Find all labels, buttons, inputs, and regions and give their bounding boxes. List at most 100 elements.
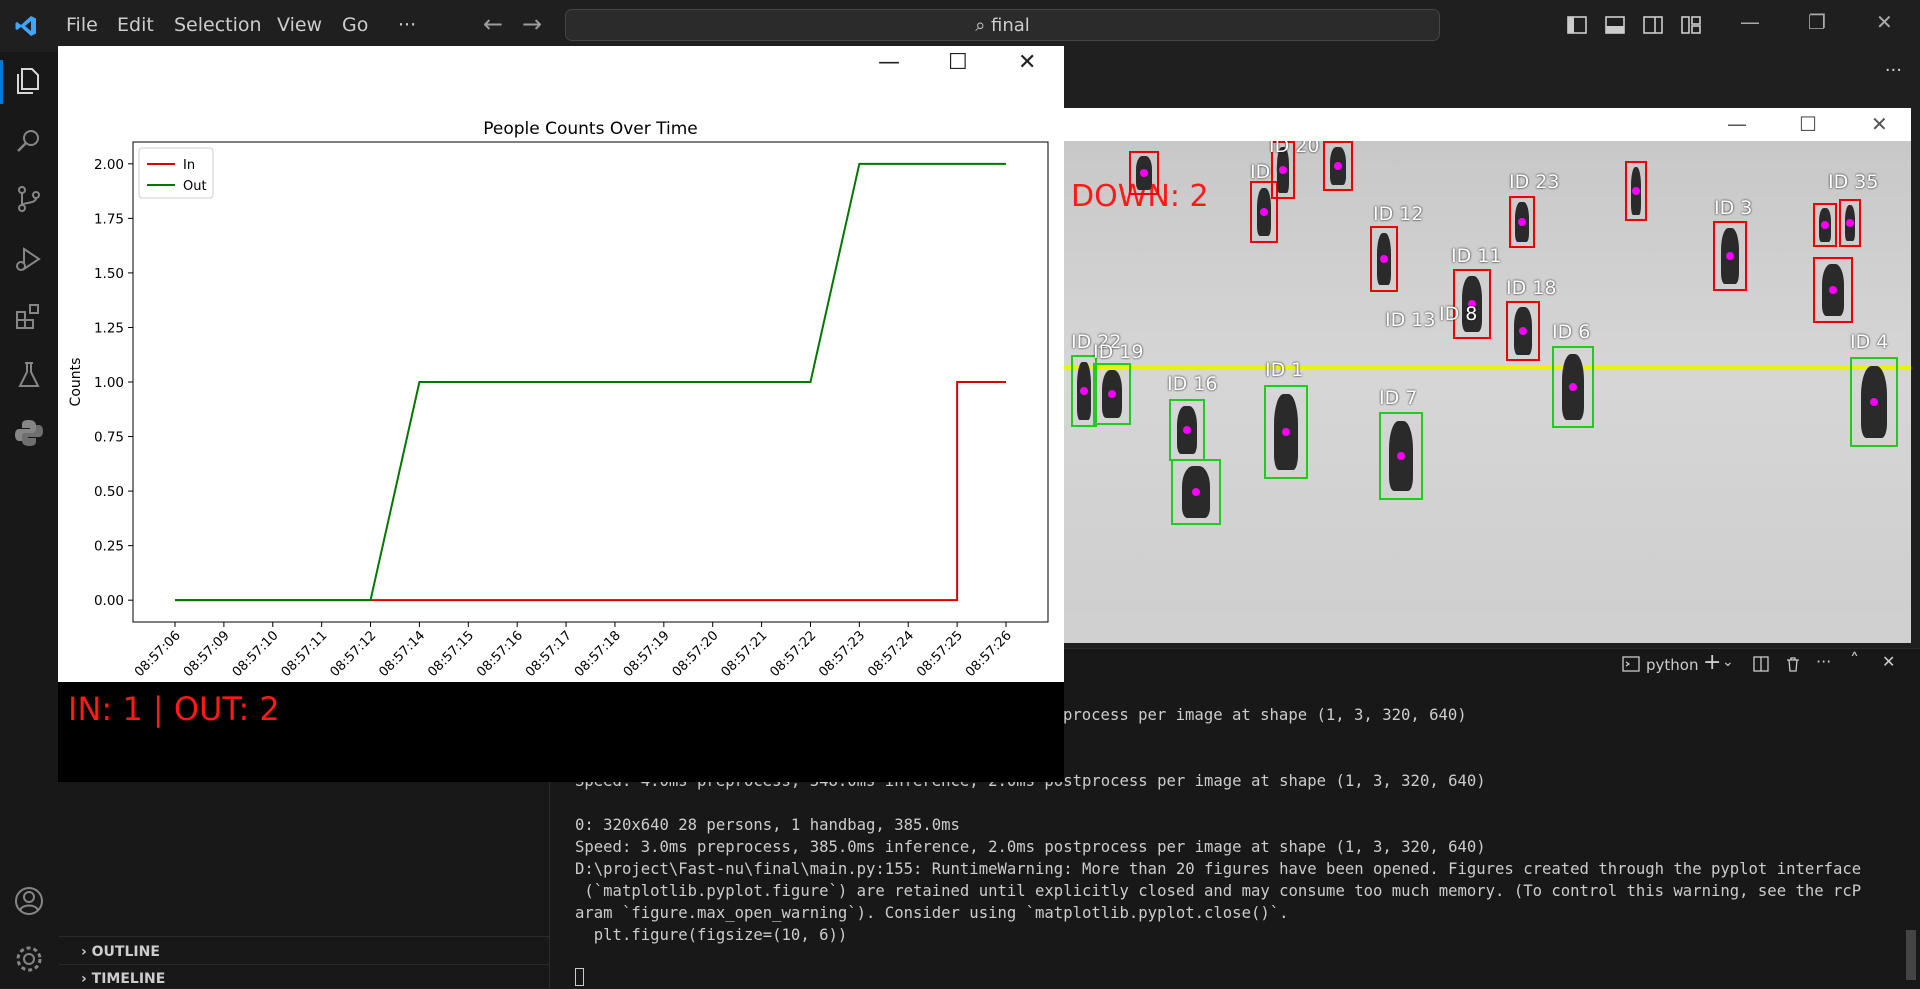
customize-layout-icon[interactable] <box>1680 14 1702 36</box>
centroid-dot <box>1632 187 1640 195</box>
outline-section[interactable]: › OUTLINE <box>81 944 160 960</box>
trash-icon[interactable] <box>1784 655 1802 673</box>
y-tick-label: 0.50 <box>94 484 124 500</box>
centroid-dot <box>1380 255 1388 263</box>
source-control-icon[interactable] <box>12 182 46 216</box>
centroid-dot <box>1870 398 1878 406</box>
close-panel-icon[interactable]: ✕ <box>1882 652 1895 671</box>
x-tick-label: 08:57:19 <box>621 628 673 680</box>
x-tick-label: 08:57:18 <box>572 628 624 680</box>
run-debug-icon[interactable] <box>12 242 46 276</box>
x-tick-label: 08:57:22 <box>767 628 819 680</box>
maximize-panel-icon[interactable]: ˄ <box>1850 650 1859 671</box>
toggle-primary-sidebar-icon[interactable] <box>1566 14 1588 36</box>
plot-canvas: People Counts Over TimeTimeCounts0.000.2… <box>58 82 1064 704</box>
terminal-scrollbar[interactable] <box>1906 930 1916 980</box>
video-window-titlebar[interactable]: — ☐ ✕ <box>1063 108 1911 141</box>
video-frame: DOWN: 2 ID 22 ID 19 ID 16 ID 1 ID 7 ID 6… <box>1063 141 1911 611</box>
x-tick-label: 08:57:24 <box>865 628 917 680</box>
detection-box <box>1169 399 1205 461</box>
restore-icon[interactable]: ❐ <box>1808 10 1826 34</box>
outline-label: OUTLINE <box>91 944 160 960</box>
centroid-dot <box>1518 218 1526 226</box>
command-center-search[interactable]: ⌕ final <box>565 9 1440 41</box>
terminal-tab-label[interactable]: python <box>1646 656 1698 674</box>
detection-id: ID 12 <box>1373 203 1424 225</box>
accounts-icon[interactable] <box>12 884 46 918</box>
forward-arrow-icon[interactable]: → <box>522 10 542 38</box>
detection-id: ID 16 <box>1167 373 1218 395</box>
video-close-icon[interactable]: ✕ <box>1871 112 1888 136</box>
centroid-dot <box>1260 208 1268 216</box>
new-terminal-icon[interactable]: + <box>1703 650 1721 675</box>
detection-id: ID 35 <box>1828 171 1879 193</box>
plot-close-icon[interactable]: ✕ <box>1018 50 1036 75</box>
editor-more-icon[interactable]: ··· <box>1885 60 1902 81</box>
y-tick-label: 1.75 <box>94 211 124 227</box>
plot-maximize-icon[interactable]: ☐ <box>948 50 968 75</box>
detection-box <box>1713 221 1747 291</box>
detection-id: ID 6 <box>1552 321 1591 343</box>
centroid-dot <box>1282 428 1290 436</box>
y-tick-label: 1.00 <box>94 375 124 391</box>
terminal-line: plt.figure(figsize=(10, 6)) <box>575 926 848 944</box>
minimize-icon[interactable]: — <box>1740 10 1760 34</box>
x-tick-label: 08:57:20 <box>670 628 722 680</box>
split-terminal-icon[interactable] <box>1752 655 1770 673</box>
testing-icon[interactable] <box>12 358 46 392</box>
extensions-icon[interactable] <box>12 300 46 334</box>
people-counts-chart: People Counts Over TimeTimeCounts0.000.2… <box>68 119 1049 704</box>
python-icon[interactable] <box>12 416 46 450</box>
video-minimize-icon[interactable]: — <box>1727 112 1747 136</box>
terminal-more-icon[interactable]: ··· <box>1816 652 1831 671</box>
close-icon[interactable]: ✕ <box>1876 10 1893 34</box>
x-tick-label: 08:57:09 <box>181 628 233 680</box>
toggle-panel-icon[interactable] <box>1604 14 1626 36</box>
terminal-cursor <box>575 968 584 986</box>
x-tick-label: 08:57:17 <box>523 628 575 680</box>
search-sidebar-icon[interactable] <box>12 124 46 158</box>
x-tick-label: 08:57:06 <box>132 628 184 680</box>
terminal-icon <box>1622 656 1640 672</box>
x-tick-label: 08:57:26 <box>963 628 1015 680</box>
video-window[interactable]: — ☐ ✕ DOWN: 2 ID 22 ID 19 ID 16 ID 1 ID … <box>1063 108 1911 643</box>
menu-more[interactable]: ··· <box>398 14 416 36</box>
video-maximize-icon[interactable]: ☐ <box>1799 112 1817 136</box>
y-axis-label: Counts <box>68 358 84 407</box>
detection-box <box>1370 226 1398 292</box>
back-arrow-icon[interactable]: ← <box>483 10 503 38</box>
toggle-secondary-sidebar-icon[interactable] <box>1642 14 1664 36</box>
plot-minimize-icon[interactable]: — <box>878 50 900 75</box>
plot-window[interactable]: — ☐ ✕ People Counts Over TimeTimeCounts0… <box>58 46 1064 782</box>
timeline-section[interactable]: › TIMELINE <box>81 971 165 987</box>
settings-gear-icon[interactable] <box>12 942 46 976</box>
detection-id: ID 4 <box>1850 331 1889 353</box>
y-tick-label: 0.00 <box>94 593 124 609</box>
search-icon: ⌕ <box>975 15 986 36</box>
menu-edit[interactable]: Edit <box>117 14 154 36</box>
plot-window-titlebar[interactable]: — ☐ ✕ <box>58 46 1064 82</box>
explorer-icon[interactable] <box>12 64 46 98</box>
detection-id: ID 7 <box>1379 387 1418 409</box>
chevron-down-icon[interactable]: ⌄ <box>1722 654 1734 670</box>
terminal-line: 0: 320x640 28 persons, 1 handbag, 385.0m… <box>575 816 960 834</box>
detection-id: ID 13 <box>1385 309 1436 331</box>
centroid-dot <box>1569 383 1577 391</box>
y-tick-label: 0.75 <box>94 430 124 446</box>
centroid-dot <box>1183 426 1191 434</box>
x-tick-label: 08:57:23 <box>816 628 868 680</box>
centroid-dot <box>1080 387 1088 395</box>
centroid-dot <box>1821 221 1829 229</box>
x-tick-label: 08:57:15 <box>425 628 477 680</box>
detection-box <box>1839 199 1861 247</box>
centroid-dot <box>1279 166 1287 174</box>
centroid-dot <box>1334 162 1342 170</box>
legend-label: In <box>183 158 195 173</box>
menu-selection[interactable]: Selection <box>174 14 262 36</box>
menu-go[interactable]: Go <box>342 14 368 36</box>
menu-file[interactable]: File <box>66 14 98 36</box>
divider <box>59 964 549 965</box>
detection-id: ID 8 <box>1439 303 1478 325</box>
detection-id: ID 19 <box>1093 341 1144 363</box>
menu-view[interactable]: View <box>277 14 322 36</box>
